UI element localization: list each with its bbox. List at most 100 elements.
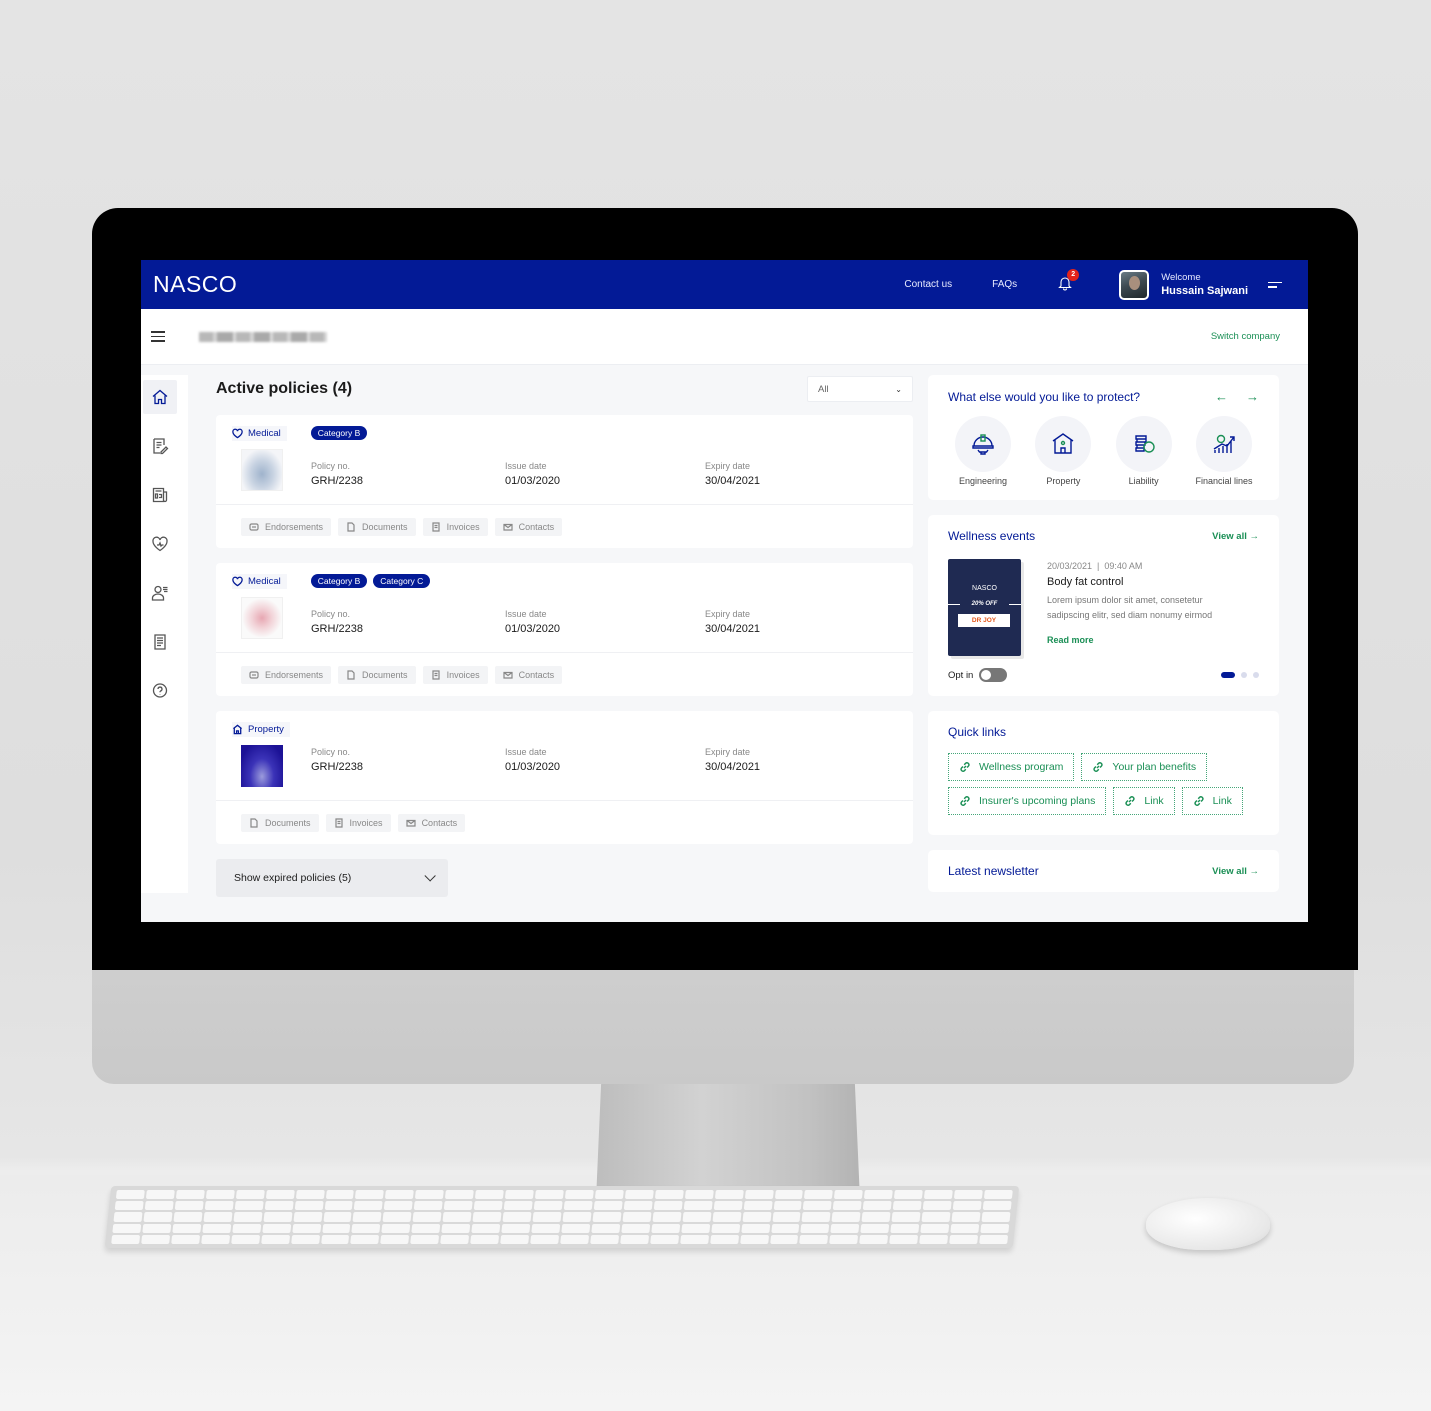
keyboard-key xyxy=(564,1190,594,1200)
keyboard-key xyxy=(111,1234,141,1244)
wellness-title: Wellness events xyxy=(948,529,1036,543)
documents-button[interactable]: Documents xyxy=(338,517,416,536)
arrow-right-icon[interactable]: → xyxy=(1246,389,1259,404)
keyboard-key xyxy=(682,1212,712,1222)
invoices-button[interactable]: Invoices xyxy=(422,517,488,536)
documents-button[interactable]: Documents xyxy=(338,665,416,684)
expiry-date-label: Expiry date xyxy=(705,461,751,471)
category-badge: Category C xyxy=(373,574,431,588)
opt-in-toggle[interactable] xyxy=(979,668,1008,682)
read-more-link[interactable]: Read more xyxy=(1047,635,1094,645)
keyboard-key xyxy=(205,1190,235,1200)
faqs-link[interactable]: FAQs xyxy=(992,279,1017,290)
wellness-event-item[interactable]: NASCO 20% OFF DR JOY 20/03/2021 | 09:40 … xyxy=(948,559,1259,656)
quick-link[interactable]: Link xyxy=(1181,787,1243,815)
keyboard-key xyxy=(471,1223,501,1233)
desk-scene: NASCO Contact us FAQs 2 Welcome Hussain … xyxy=(0,0,1431,1411)
keyboard-key xyxy=(713,1201,743,1211)
wellness-view-all-link[interactable]: View all → xyxy=(1212,531,1259,542)
carousel-dot[interactable] xyxy=(1221,672,1235,678)
policy-card[interactable]: Medical Category B Category C Policy no.… xyxy=(216,563,913,696)
carousel-dot[interactable] xyxy=(1241,672,1247,678)
user-avatar[interactable] xyxy=(1119,269,1150,300)
keyboard-key xyxy=(320,1234,350,1244)
policy-type-tag: Property xyxy=(232,721,290,737)
policy-filter-select[interactable]: All ⌄ xyxy=(807,376,913,402)
invoices-button[interactable]: Invoices xyxy=(422,665,488,684)
keyboard-key xyxy=(261,1223,291,1233)
invoices-button[interactable]: Invoices xyxy=(325,813,391,832)
contacts-button[interactable]: Contacts xyxy=(397,813,466,832)
protect-financial-lines[interactable]: Financial lines xyxy=(1189,416,1259,486)
keyboard-key xyxy=(983,1190,1013,1200)
keyboard-key xyxy=(473,1201,503,1211)
expiry-date-label: Expiry date xyxy=(705,609,751,619)
keyboard-key xyxy=(920,1223,950,1233)
policy-card[interactable]: Property Policy no. GRH/2238 Issue date 01… xyxy=(216,711,913,844)
quick-link-upcoming-plans[interactable]: Insurer's upcoming plans xyxy=(948,787,1107,815)
expiry-date-value: 30/04/2021 xyxy=(705,761,761,773)
hamburger-menu-icon[interactable] xyxy=(151,331,165,342)
liability-coins-icon xyxy=(1134,435,1155,453)
notifications-button[interactable]: 2 xyxy=(1057,268,1080,295)
endorsements-button[interactable]: Endorsements xyxy=(241,517,332,536)
quick-links-title: Quick links xyxy=(948,725,1007,739)
heart-icon xyxy=(232,428,243,438)
protect-engineering[interactable]: Engineering xyxy=(948,416,1018,486)
action-label: Endorsements xyxy=(265,521,324,532)
protect-property[interactable]: Property xyxy=(1028,416,1098,486)
keyboard-key xyxy=(769,1234,799,1244)
carousel-pagination xyxy=(1221,672,1259,678)
document-icon xyxy=(154,634,166,650)
contact-us-link[interactable]: Contact us xyxy=(904,279,952,290)
keyboard-key xyxy=(860,1223,890,1233)
policy-card[interactable]: Medical Category B Policy no. GRH/2238 Is… xyxy=(216,415,913,548)
sidenav-members[interactable] xyxy=(143,576,177,610)
menu-line xyxy=(1268,281,1282,283)
keyboard-key xyxy=(203,1212,233,1222)
keyboard-key xyxy=(620,1234,649,1244)
endorsements-button[interactable]: Endorsements xyxy=(241,665,332,684)
sidenav-claims[interactable] xyxy=(143,429,177,463)
keyboard-key xyxy=(354,1201,384,1211)
mouse xyxy=(1146,1198,1270,1250)
carousel-dot[interactable] xyxy=(1253,672,1259,678)
keyboard-key xyxy=(890,1223,920,1233)
quick-link-wellness-program[interactable]: Wellness program xyxy=(948,753,1075,781)
contacts-button[interactable]: Contacts xyxy=(494,665,563,684)
sidenav-news[interactable] xyxy=(143,478,177,512)
quick-link[interactable]: Link xyxy=(1113,787,1175,815)
user-greeting[interactable]: Welcome Hussain Sajwani xyxy=(1161,272,1248,297)
keyboard xyxy=(104,1186,1020,1248)
newsletter-view-all-link[interactable]: View all → xyxy=(1212,866,1259,877)
link-label: Wellness program xyxy=(979,761,1064,773)
show-expired-policies-button[interactable]: Show expired policies (5) xyxy=(216,859,448,897)
quick-link-plan-benefits[interactable]: Your plan benefits xyxy=(1081,753,1208,781)
sidenav-wellness[interactable] xyxy=(143,527,177,561)
documents-button[interactable]: Documents xyxy=(241,813,319,832)
nasco-logo[interactable]: NASCO xyxy=(153,271,237,298)
help-icon xyxy=(152,683,168,698)
protect-liability[interactable]: Liability xyxy=(1109,416,1179,486)
show-expired-label: Show expired policies (5) xyxy=(234,872,352,884)
sidenav-help[interactable] xyxy=(143,674,177,708)
chevron-down-icon: ⌄ xyxy=(895,384,902,394)
keyboard-key xyxy=(324,1201,354,1211)
notification-badge: 2 xyxy=(1067,268,1080,281)
sidenav-documents[interactable] xyxy=(143,625,177,659)
view-all-label: View all xyxy=(1212,530,1247,542)
app-screen: NASCO Contact us FAQs 2 Welcome Hussain … xyxy=(141,260,1308,922)
mail-icon xyxy=(405,819,416,827)
arrow-left-icon[interactable]: ← xyxy=(1215,389,1228,404)
sidenav-home[interactable] xyxy=(143,380,177,414)
keyboard-key xyxy=(982,1201,1012,1211)
contacts-button[interactable]: Contacts xyxy=(494,517,563,536)
keyboard-key xyxy=(173,1212,203,1222)
keyboard-key xyxy=(175,1190,205,1200)
keyboard-key xyxy=(263,1212,293,1222)
policy-logo xyxy=(241,745,283,787)
keyboard-key xyxy=(113,1212,143,1222)
policy-no-label: Policy no. xyxy=(311,609,351,619)
switch-company-link[interactable]: Switch company xyxy=(1211,331,1280,342)
user-menu-button[interactable] xyxy=(1268,280,1282,290)
